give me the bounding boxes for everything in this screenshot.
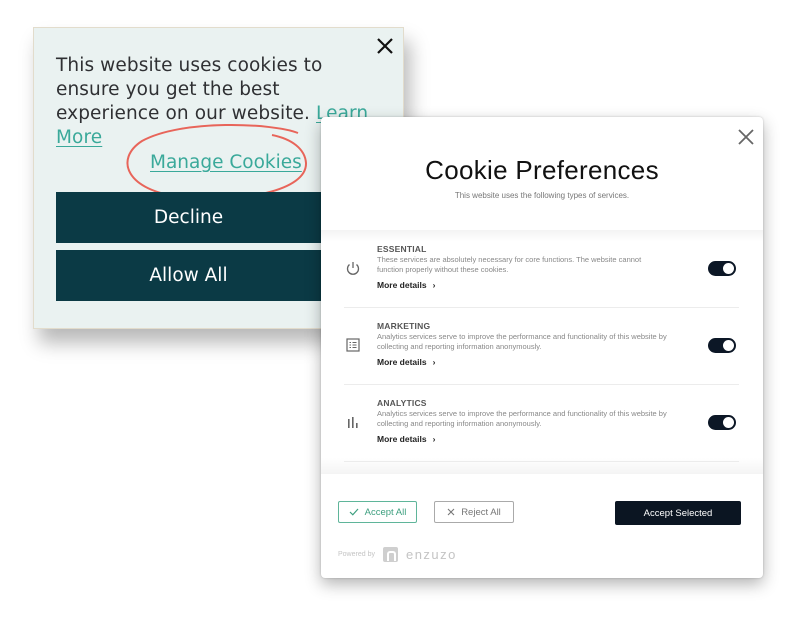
close-icon[interactable] bbox=[375, 36, 395, 56]
category-name: MARKETING bbox=[377, 321, 431, 331]
enzuzo-logo-icon bbox=[382, 547, 398, 562]
essential-toggle[interactable] bbox=[708, 261, 736, 276]
toggle-knob bbox=[723, 417, 734, 428]
list-icon bbox=[346, 338, 360, 352]
category-description: These services are absolutely necessary … bbox=[377, 255, 642, 274]
analytics-toggle[interactable] bbox=[708, 415, 736, 430]
chevron-right-icon: › bbox=[432, 280, 436, 290]
close-icon[interactable] bbox=[737, 128, 755, 146]
cookie-preferences-modal: Cookie Preferences This website uses the… bbox=[321, 117, 763, 578]
powered-by-label: Powered by bbox=[338, 551, 375, 558]
reject-all-button[interactable]: Reject All bbox=[434, 501, 514, 523]
more-details-link[interactable]: More details › bbox=[377, 280, 435, 290]
toggle-knob bbox=[723, 340, 734, 351]
accept-all-button[interactable]: Accept All bbox=[338, 501, 417, 523]
power-icon bbox=[346, 262, 360, 275]
category-name: ESSENTIAL bbox=[377, 244, 427, 254]
category-list: ESSENTIAL These services are absolutely … bbox=[321, 230, 763, 474]
manage-cookies-link[interactable]: Manage Cookies bbox=[150, 152, 302, 173]
check-icon bbox=[349, 508, 359, 516]
category-analytics: ANALYTICS Analytics services serve to im… bbox=[344, 384, 739, 462]
modal-subtitle: This website uses the following types of… bbox=[454, 191, 630, 200]
chevron-right-icon: › bbox=[432, 357, 436, 367]
more-details-link[interactable]: More details › bbox=[377, 434, 435, 444]
toggle-knob bbox=[723, 263, 734, 274]
bar-chart-icon bbox=[348, 417, 358, 428]
more-details-link[interactable]: More details › bbox=[377, 357, 435, 367]
category-description: Analytics services serve to improve the … bbox=[377, 332, 667, 351]
category-description: Analytics services serve to improve the … bbox=[377, 409, 667, 428]
powered-by[interactable]: Powered by enzuzo bbox=[338, 547, 457, 562]
chevron-right-icon: › bbox=[432, 434, 436, 444]
category-name: ANALYTICS bbox=[377, 398, 427, 408]
category-marketing: MARKETING Analytics services serve to im… bbox=[344, 307, 739, 385]
marketing-toggle[interactable] bbox=[708, 338, 736, 353]
x-icon bbox=[447, 508, 455, 516]
accept-selected-button[interactable]: Accept Selected bbox=[615, 501, 741, 525]
category-essential: ESSENTIAL These services are absolutely … bbox=[344, 230, 739, 308]
brand-name: enzuzo bbox=[405, 547, 457, 562]
modal-title: Cookie Preferences bbox=[425, 155, 659, 185]
